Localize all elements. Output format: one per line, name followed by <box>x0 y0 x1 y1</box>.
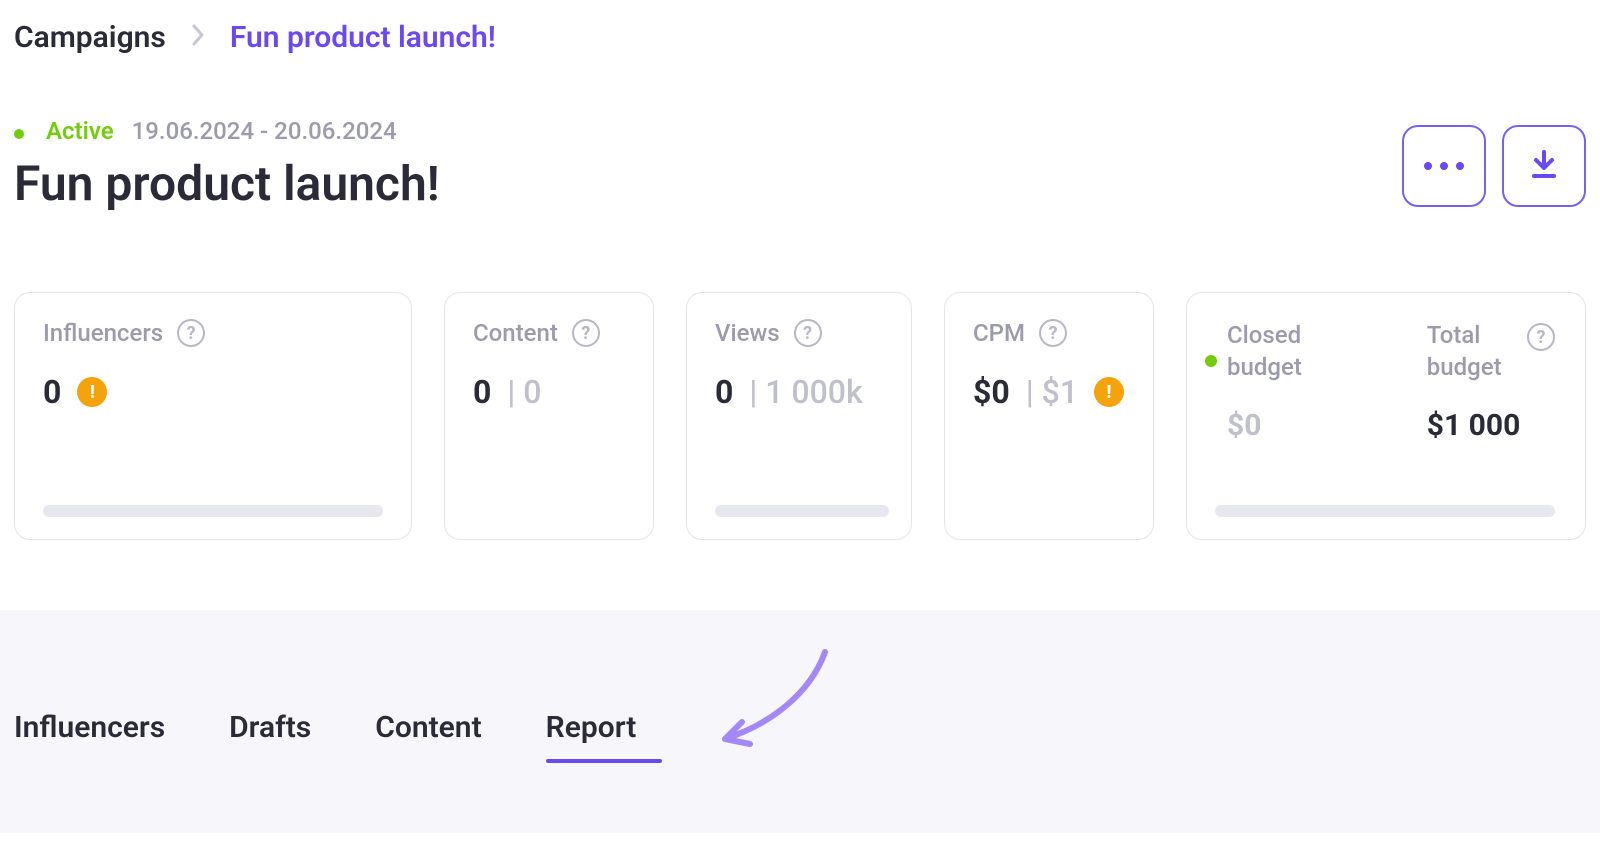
breadcrumb-root[interactable]: Campaigns <box>14 20 166 55</box>
card-label: Content <box>473 319 558 347</box>
card-subvalue: 1 000k <box>765 373 862 411</box>
download-button[interactable] <box>1502 125 1586 207</box>
card-value: 0 <box>473 373 491 411</box>
tab-content[interactable]: Content <box>375 710 481 763</box>
card-label: CPM <box>973 319 1025 347</box>
help-icon[interactable]: ? <box>572 319 600 347</box>
closed-budget-label: Closed budget <box>1227 319 1375 384</box>
closed-budget-value: $0 <box>1227 408 1375 443</box>
breadcrumb: Campaigns Fun product launch! <box>14 20 1586 55</box>
tab-drafts[interactable]: Drafts <box>229 710 311 763</box>
download-icon <box>1527 148 1561 185</box>
status-dot-icon <box>14 117 28 145</box>
status-row: Active 19.06.2024 - 20.06.2024 <box>14 117 1586 145</box>
progress-bar <box>715 505 889 517</box>
card-content: Content ? 0 | 0 <box>444 292 654 540</box>
chevron-right-icon <box>190 20 206 55</box>
card-subvalue: 0 <box>523 373 541 411</box>
progress-bar <box>1215 505 1555 517</box>
help-icon[interactable]: ? <box>794 319 822 347</box>
breadcrumb-current[interactable]: Fun product launch! <box>230 20 496 55</box>
card-value: 0 <box>43 373 61 411</box>
card-label: Influencers <box>43 319 163 347</box>
tabs-section: Influencers Drafts Content Report <box>0 610 1600 833</box>
card-value: 0 <box>715 373 733 411</box>
date-range: 19.06.2024 - 20.06.2024 <box>132 117 397 145</box>
tab-report[interactable]: Report <box>546 710 637 763</box>
total-budget-value: $1 000 <box>1427 408 1555 443</box>
card-views: Views ? 0 | 1 000k <box>686 292 912 540</box>
tabs: Influencers Drafts Content Report <box>14 710 1586 763</box>
card-cpm: CPM ? $0 | $1 <box>944 292 1154 540</box>
card-label: Views <box>715 319 780 347</box>
more-button[interactable] <box>1402 125 1486 207</box>
status-label: Active <box>46 117 114 145</box>
kpi-cards: Influencers ? 0 Content ? 0 | 0 Views <box>14 292 1586 540</box>
progress-bar <box>43 505 383 517</box>
warning-icon <box>1094 377 1124 407</box>
card-influencers: Influencers ? 0 <box>14 292 412 540</box>
more-icon <box>1424 162 1464 170</box>
help-icon[interactable]: ? <box>1039 319 1067 347</box>
card-subvalue: $1 <box>1042 373 1078 411</box>
warning-icon <box>77 377 107 407</box>
card-budget: ? Closed budget $0 Total budget $1 000 <box>1186 292 1586 540</box>
help-icon[interactable]: ? <box>1527 323 1555 351</box>
tab-influencers[interactable]: Influencers <box>14 710 165 763</box>
card-value: $0 <box>973 373 1010 411</box>
page-title: Fun product launch! <box>14 155 440 212</box>
help-icon[interactable]: ? <box>177 319 205 347</box>
status-dot-icon <box>1205 355 1217 367</box>
